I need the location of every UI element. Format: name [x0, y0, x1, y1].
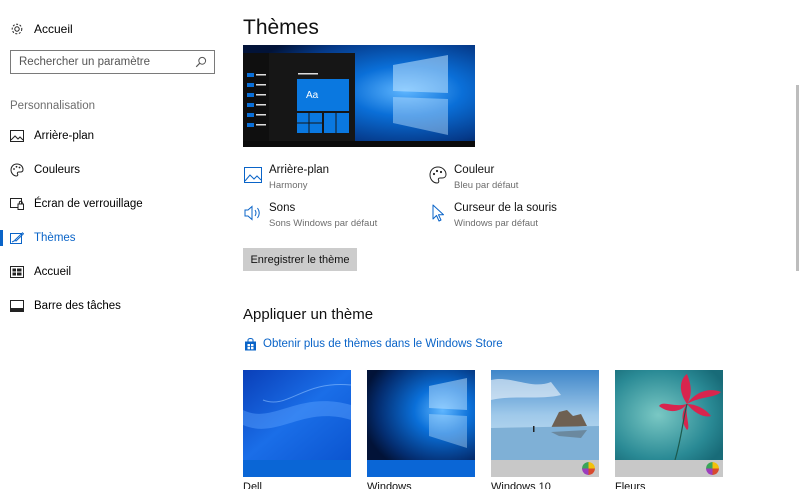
sidebar-item-colors[interactable]: Couleurs — [0, 153, 228, 187]
theme-thumbnail — [243, 370, 351, 460]
gear-icon — [10, 22, 24, 36]
property-value: Bleu par défaut — [454, 180, 519, 191]
sidebar-item-background[interactable]: Arrière-plan — [0, 119, 228, 153]
palette-icon — [428, 165, 448, 185]
property-mouse-cursor[interactable]: Curseur de la souris Windows par défaut — [428, 201, 557, 230]
search-box[interactable] — [10, 50, 215, 74]
theme-preview-image — [243, 45, 475, 147]
property-value: Windows par défaut — [454, 218, 538, 229]
theme-tile-dell[interactable]: Dell — [243, 370, 351, 489]
themes-icon — [10, 231, 24, 245]
store-link-label: Obtenir plus de thèmes dans le Windows S… — [263, 338, 503, 350]
theme-thumbnail — [367, 370, 475, 460]
palette-icon — [10, 163, 24, 177]
preview-tile-text: Aa — [306, 90, 319, 101]
sidebar-item-taskbar[interactable]: Barre des tâches — [0, 289, 228, 323]
sidebar-item-label: Barre des tâches — [34, 300, 121, 312]
lock-screen-icon — [10, 197, 24, 211]
property-name: Couleur — [454, 164, 495, 176]
search-icon[interactable] — [194, 55, 208, 69]
theme-thumbnail — [615, 370, 723, 460]
property-name: Sons — [269, 202, 296, 214]
theme-tile-flowers[interactable]: Fleurs — [615, 370, 723, 489]
page-title: Thèmes — [243, 16, 319, 39]
image-icon — [10, 129, 24, 143]
image-icon — [243, 165, 263, 185]
sidebar-item-label: Thèmes — [34, 232, 76, 244]
property-background[interactable]: Arrière-plan Harmony — [243, 163, 329, 192]
multicolor-badge-icon — [582, 462, 595, 475]
sidebar-item-label: Couleurs — [34, 164, 81, 176]
apply-theme-heading: Appliquer un thème — [243, 306, 374, 323]
home-link[interactable]: Accueil — [10, 18, 73, 40]
home-label: Accueil — [34, 22, 73, 36]
theme-name: Windows 10 — [491, 481, 551, 489]
sidebar-item-label: Arrière-plan — [34, 130, 95, 142]
settings-sidebar: Accueil Personnalisation Arrière-plan Co… — [0, 0, 228, 489]
store-icon — [243, 337, 257, 351]
save-theme-button[interactable]: Enregistrer le thème — [243, 248, 357, 271]
theme-name: Windows — [367, 481, 412, 489]
section-label: Personnalisation — [10, 100, 96, 112]
theme-name: Dell — [243, 481, 262, 489]
theme-gallery: Dell Windows Windows 10 Fleurs — [243, 370, 788, 489]
property-name: Arrière-plan — [269, 164, 330, 176]
property-name: Curseur de la souris — [454, 202, 557, 214]
multicolor-badge-icon — [706, 462, 719, 475]
speaker-icon — [243, 203, 263, 223]
theme-color-bar — [367, 460, 475, 477]
taskbar-icon — [10, 299, 24, 313]
theme-thumbnail — [491, 370, 599, 460]
cursor-icon — [428, 203, 448, 223]
sidebar-item-start[interactable]: Accueil — [0, 255, 228, 289]
themes-page: Thèmes Aa Arrière-plan Harmony Couleur B… — [243, 0, 788, 489]
sidebar-item-label: Écran de verrouillage — [34, 198, 143, 210]
sidebar-item-themes[interactable]: Thèmes — [0, 221, 228, 255]
property-value: Harmony — [269, 180, 308, 191]
property-color[interactable]: Couleur Bleu par défaut — [428, 163, 518, 192]
sidebar-nav: Arrière-plan Couleurs Écran de verrouill… — [0, 119, 228, 323]
sidebar-item-label: Accueil — [34, 266, 72, 278]
search-input[interactable] — [19, 56, 194, 68]
theme-name: Fleurs — [615, 481, 646, 489]
start-icon — [10, 265, 24, 279]
windows-store-link[interactable]: Obtenir plus de thèmes dans le Windows S… — [243, 337, 503, 351]
theme-tile-windows-10[interactable]: Windows 10 — [491, 370, 599, 489]
theme-preview: Aa — [243, 45, 475, 147]
scrollbar[interactable] — [796, 85, 799, 271]
property-value: Sons Windows par défaut — [269, 218, 378, 229]
property-sounds[interactable]: Sons Sons Windows par défaut — [243, 201, 377, 230]
theme-color-bar — [243, 460, 351, 477]
sidebar-item-lock-screen[interactable]: Écran de verrouillage — [0, 187, 228, 221]
theme-tile-windows[interactable]: Windows — [367, 370, 475, 489]
